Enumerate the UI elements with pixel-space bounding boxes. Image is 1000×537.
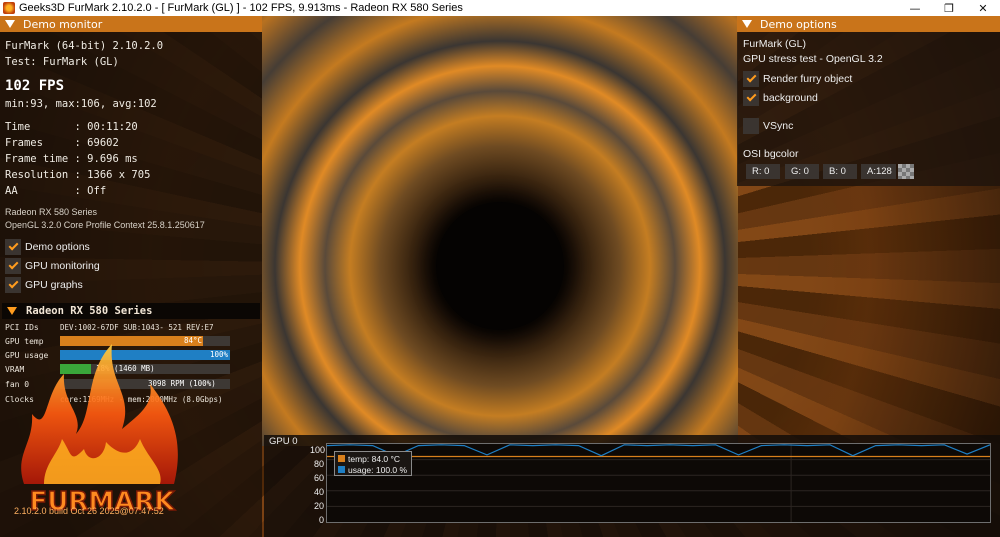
gpu-name-line: Radeon RX 580 Series xyxy=(5,207,98,217)
usage-series-line xyxy=(326,444,991,457)
option-vsync[interactable]: VSync xyxy=(743,117,793,135)
window-title: Geeks3D FurMark 2.10.2.0 - [ FurMark (GL… xyxy=(19,2,463,14)
toggle-demo-options[interactable]: Demo options xyxy=(5,238,90,256)
furmark-logo: FURMARK xyxy=(21,344,178,516)
legend-item-usage: usage: 100.0 % xyxy=(338,464,408,475)
furmark-app-icon xyxy=(3,2,15,14)
option-label: background xyxy=(763,92,818,104)
window-title-bar: Geeks3D FurMark 2.10.2.0 - [ FurMark (GL… xyxy=(0,0,1000,16)
legend-swatch xyxy=(338,466,345,473)
demo-monitor-panel: Demo monitor FurMark (64-bit) 2.10.2.0 T… xyxy=(0,16,262,537)
gpu-monitor-title: Radeon RX 580 Series xyxy=(26,305,153,317)
graph-title: GPU 0 xyxy=(269,436,298,447)
demo-monitor-title: Demo monitor xyxy=(23,17,103,31)
option-render-furry-object[interactable]: Render furry object xyxy=(743,70,852,88)
opengl-info-line: OpenGL 3.2.0 Core Profile Context 25.8.1… xyxy=(5,220,205,230)
y-tick-label: 60 xyxy=(313,473,324,483)
checkmark-icon xyxy=(8,259,18,270)
demo-options-title: Demo options xyxy=(760,17,837,31)
test-name-line: Test: FurMark (GL) xyxy=(5,56,119,68)
demo-monitor-header[interactable]: Demo monitor xyxy=(0,16,262,32)
bgcolor-b-field[interactable]: B: 0 xyxy=(823,164,857,179)
app-version-line: FurMark (64-bit) 2.10.2.0 xyxy=(5,40,164,52)
gpu-graph-plot xyxy=(326,443,991,523)
checkbox[interactable] xyxy=(743,118,759,134)
checkbox[interactable] xyxy=(5,277,21,293)
pci-ids-label: PCI IDs xyxy=(5,323,39,332)
toggle-label: GPU graphs xyxy=(25,279,83,291)
legend-item-temp: temp: 84.0 °C xyxy=(338,453,408,464)
furry-object-center xyxy=(436,202,564,330)
collapse-arrow-icon[interactable] xyxy=(742,20,752,28)
checkbox[interactable] xyxy=(5,258,21,274)
toggle-gpu-graphs[interactable]: GPU graphs xyxy=(5,276,83,294)
demo-name: FurMark (GL) xyxy=(743,38,806,50)
fps-counter: 102 FPS xyxy=(5,78,65,94)
bgcolor-label: OSI bgcolor xyxy=(743,148,799,160)
stat-aa: AA : Off xyxy=(5,185,107,197)
maximize-button[interactable]: ❐ xyxy=(932,0,966,16)
close-button[interactable]: ✕ xyxy=(966,0,1000,16)
fps-stats: min:93, max:106, avg:102 xyxy=(5,98,157,110)
stat-frame-time: Frame time : 9.696 ms xyxy=(5,153,138,165)
demo-options-panel: Demo options FurMark (GL) GPU stress tes… xyxy=(737,16,1000,186)
checkbox[interactable] xyxy=(743,90,759,106)
bgcolor-a-field[interactable]: A:128 xyxy=(861,164,896,179)
bgcolor-r-field[interactable]: R: 0 xyxy=(746,164,780,179)
legend-label: temp: 84.0 °C xyxy=(348,453,401,464)
furry-object xyxy=(262,16,738,446)
pci-ids-value: DEV:1002-67DF SUB:1043- 521 REV:E7 xyxy=(60,323,214,332)
gpu-monitor-header[interactable]: Radeon RX 580 Series xyxy=(2,303,260,319)
checkmark-icon xyxy=(8,240,18,251)
gpu-graph-svg xyxy=(326,444,991,522)
checkbox[interactable] xyxy=(5,239,21,255)
graph-legend: temp: 84.0 °C usage: 100.0 % xyxy=(334,451,412,476)
checkmark-icon xyxy=(8,278,18,289)
bgcolor-swatch[interactable] xyxy=(898,164,914,179)
checkmark-icon xyxy=(746,72,756,83)
checkmark-icon xyxy=(746,91,756,102)
toggle-label: GPU monitoring xyxy=(25,260,100,272)
toggle-gpu-monitoring[interactable]: GPU monitoring xyxy=(5,257,100,275)
legend-swatch xyxy=(338,455,345,462)
y-tick-label: 0 xyxy=(318,515,324,525)
demo-description: GPU stress test - OpenGL 3.2 xyxy=(743,53,883,65)
minimize-button[interactable]: — xyxy=(898,0,932,16)
legend-label: usage: 100.0 % xyxy=(348,464,408,475)
option-label: Render furry object xyxy=(763,73,853,85)
gpu-usage-value: 100% xyxy=(210,350,229,359)
stat-frames: Frames : 69602 xyxy=(5,137,119,149)
option-label: VSync xyxy=(763,120,794,132)
y-tick-label: 80 xyxy=(313,459,324,469)
y-tick-label: 100 xyxy=(310,445,326,455)
build-info: 2.10.2.0 build Oct 26 2025@07:47:52 xyxy=(14,506,164,516)
collapse-arrow-icon[interactable] xyxy=(7,307,17,315)
collapse-arrow-icon[interactable] xyxy=(5,20,15,28)
y-tick-label: 20 xyxy=(313,501,324,511)
gpu-graph-panel: GPU 0 100 80 60 40 20 0 temp: 84.0 °C us… xyxy=(264,435,1000,537)
stat-resolution: Resolution : 1366 x 705 xyxy=(5,169,151,181)
demo-options-header[interactable]: Demo options xyxy=(737,16,1000,32)
y-tick-label: 40 xyxy=(313,487,324,497)
toggle-label: Demo options xyxy=(25,241,90,253)
stat-time: Time : 00:11:20 xyxy=(5,121,138,133)
option-background[interactable]: background xyxy=(743,89,818,107)
bgcolor-g-field[interactable]: G: 0 xyxy=(785,164,819,179)
checkbox[interactable] xyxy=(743,71,759,87)
